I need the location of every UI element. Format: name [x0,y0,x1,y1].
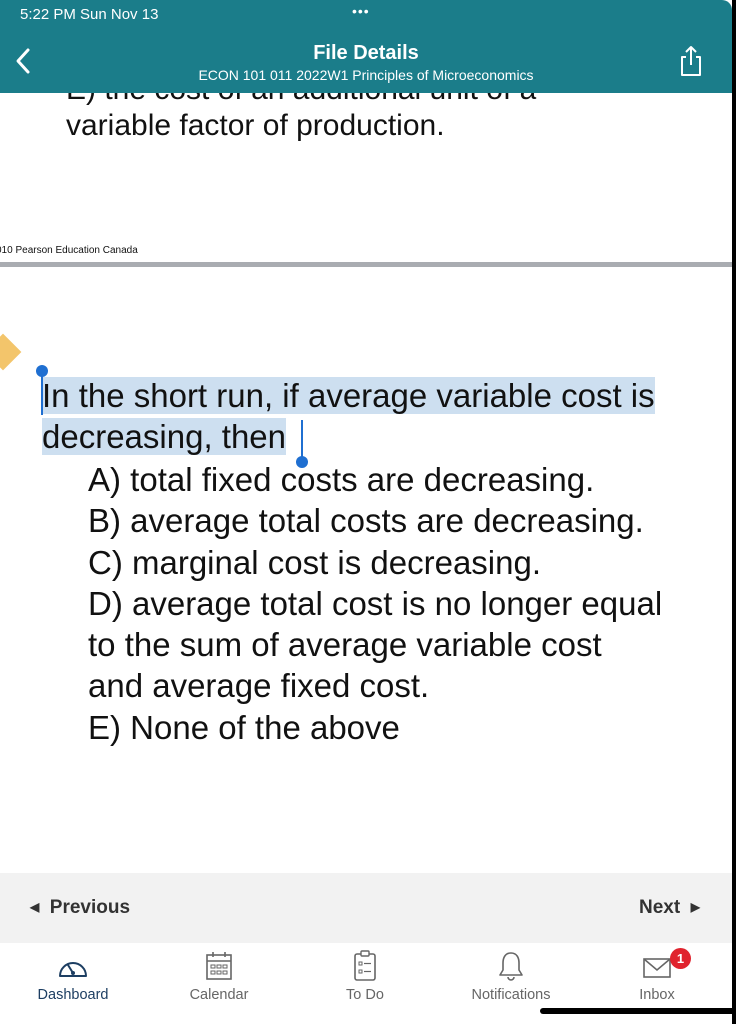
dashboard-icon [59,962,87,977]
question-text[interactable]: In the short run, if average variable co… [42,375,702,457]
tab-calendar[interactable]: Calendar [146,943,292,1024]
clipped-option-text: E) the cost of an additional unit of a [66,93,536,107]
share-button[interactable] [676,44,706,78]
triangle-right-icon: ▶ [690,900,700,914]
course-subtitle: ECON 101 011 2022W1 Principles of Microe… [198,67,534,83]
header-bar: 5:22 PM Sun Nov 13 ••• File Details ECON… [0,0,732,93]
tab-inbox-label: Inbox [639,987,675,1003]
calendar-icon [206,952,232,980]
previous-label: Previous [49,897,131,918]
bell-icon [499,952,523,981]
tab-dashboard-label: Dashboard [37,987,109,1003]
annotation-marker-icon[interactable] [0,333,22,371]
next-label: Next [639,897,681,918]
tab-notifications-label: Notifications [471,987,551,1003]
tab-calendar-label: Calendar [189,987,249,1003]
home-indicator[interactable] [540,1008,736,1014]
previous-slide-text: variable factor of production. [66,109,445,142]
option-c: C) marginal cost is decreasing. [88,543,542,581]
selection-start-caret [41,375,43,415]
option-e: E) None of the above [88,708,400,746]
app-window: 5:22 PM Sun Nov 13 ••• File Details ECON… [0,0,732,1024]
question-line-1: In the short run, if average variable co… [42,377,655,414]
tab-todo-label: To Do [346,987,384,1003]
next-button[interactable]: Next ▶ [639,897,700,919]
option-b: B) average total costs are decreasing. [88,502,644,540]
page-divider [0,262,732,267]
page-title: File Details [313,42,419,64]
inbox-badge: 1 [670,948,691,969]
option-d-cont-2: and average fixed cost. [88,667,430,705]
previous-button[interactable]: ◀ Previous [30,897,130,919]
todo-icon [354,950,376,981]
triangle-left-icon: ◀ [30,900,40,914]
option-d: D) average total cost is no longer equal [88,584,663,622]
tab-dashboard[interactable]: Dashboard [0,943,146,1024]
status-time: 5:22 PM Sun Nov 13 [20,6,159,23]
file-navigation-bar: ◀ Previous Next ▶ [0,873,732,943]
question-line-2: decreasing, then [42,418,287,455]
option-d-cont-1: to the sum of average variable cost [88,626,602,664]
tab-todo[interactable]: To Do [292,943,438,1024]
copyright-footer: 010 Pearson Education Canada [0,245,138,256]
multitask-dots[interactable]: ••• [352,3,370,19]
selection-end-caret [301,420,303,458]
document-viewer[interactable]: E) the cost of an additional unit of a v… [0,93,732,873]
mail-icon [643,958,671,978]
option-a: A) total fixed costs are decreasing. [88,461,595,498]
share-icon [681,46,701,76]
answer-options: A) total fixed costs are decreasing. B) … [88,459,708,748]
